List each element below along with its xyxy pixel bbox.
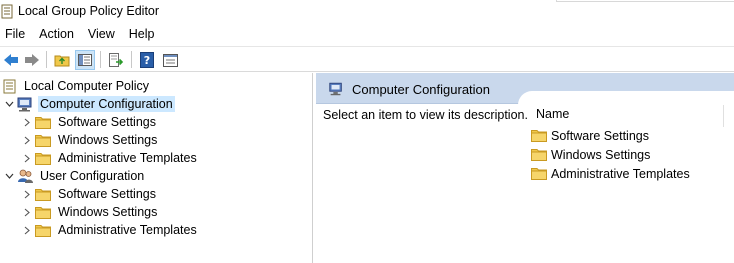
- folder-icon: [34, 114, 52, 130]
- computer-icon: [16, 96, 34, 112]
- show-hide-tree-icon[interactable]: [75, 50, 95, 70]
- chevron-right-icon[interactable]: [20, 221, 34, 239]
- column-header-label: Name: [536, 107, 570, 121]
- window-title: Local Group Policy Editor: [18, 4, 160, 18]
- toolbar-separator: [100, 51, 101, 68]
- policy-app-icon: [1, 4, 13, 19]
- tree-item-user-windows-settings[interactable]: Windows Settings: [20, 203, 159, 221]
- folder-icon: [34, 150, 52, 166]
- chevron-right-icon[interactable]: [20, 149, 34, 167]
- toolbar-separator: [46, 51, 47, 68]
- tree-label: Windows Settings: [58, 133, 158, 147]
- column-header-name[interactable]: Name: [531, 105, 724, 127]
- header-curve: [518, 91, 734, 105]
- folder-icon: [34, 204, 52, 220]
- chevron-right-icon[interactable]: [20, 113, 34, 131]
- menu-action[interactable]: Action: [32, 24, 81, 44]
- tree-item-computer-software-settings[interactable]: Software Settings: [20, 113, 158, 131]
- up-folder-icon[interactable]: [52, 50, 72, 70]
- folder-icon: [34, 186, 52, 202]
- tree-item-computer-configuration[interactable]: Computer Configuration: [2, 95, 175, 113]
- menu-bar: File Action View Help: [0, 24, 734, 44]
- list-item[interactable]: Software Settings: [531, 126, 649, 145]
- tree-label: Software Settings: [58, 115, 156, 129]
- tree-label: Windows Settings: [58, 205, 158, 219]
- tree-label: Software Settings: [58, 187, 156, 201]
- chevron-right-icon[interactable]: [20, 203, 34, 221]
- computer-icon: [328, 82, 344, 99]
- list-item[interactable]: Windows Settings: [531, 145, 650, 164]
- menu-help[interactable]: Help: [122, 24, 162, 44]
- folder-icon: [34, 222, 52, 238]
- tree-label: User Configuration: [40, 169, 145, 183]
- details-pane: Computer Configuration Select an item to…: [316, 73, 734, 263]
- policy-document-icon: [0, 78, 18, 94]
- description-text: Select an item to view its description.: [323, 108, 528, 122]
- details-title: Computer Configuration: [352, 82, 491, 97]
- tree-item-computer-administrative-templates[interactable]: Administrative Templates: [20, 149, 199, 167]
- tree-item-local-computer-policy[interactable]: Local Computer Policy: [0, 77, 151, 95]
- folder-icon: [531, 167, 547, 181]
- toolbar: ?: [0, 46, 734, 72]
- export-list-icon[interactable]: [106, 50, 126, 70]
- help-icon[interactable]: ?: [137, 50, 157, 70]
- folder-icon: [531, 148, 547, 162]
- folder-icon: [34, 132, 52, 148]
- console-tree: Local Computer Policy Computer Configura…: [0, 73, 313, 263]
- svg-text:?: ?: [144, 54, 150, 67]
- chevron-down-icon[interactable]: [2, 167, 16, 185]
- back-arrow-icon[interactable]: [1, 50, 21, 70]
- tree-item-user-configuration[interactable]: User Configuration: [2, 167, 146, 185]
- tree-item-user-administrative-templates[interactable]: Administrative Templates: [20, 221, 199, 239]
- chevron-down-icon[interactable]: [2, 95, 16, 113]
- toolbar-separator: [131, 51, 132, 68]
- folder-icon: [531, 129, 547, 143]
- list-item-label: Windows Settings: [551, 147, 651, 162]
- tree-label: Local Computer Policy: [24, 79, 150, 93]
- tree-label: Administrative Templates: [58, 151, 197, 165]
- title-bar-edge: [556, 0, 734, 2]
- tree-item-computer-windows-settings[interactable]: Windows Settings: [20, 131, 159, 149]
- tree-label: Administrative Templates: [58, 223, 197, 237]
- list-item[interactable]: Administrative Templates: [531, 164, 690, 183]
- title-bar: Local Group Policy Editor: [0, 0, 734, 24]
- menu-view[interactable]: View: [81, 24, 122, 44]
- properties-icon[interactable]: [160, 50, 180, 70]
- chevron-right-icon[interactable]: [20, 185, 34, 203]
- tree-label: Computer Configuration: [38, 96, 175, 112]
- forward-arrow-icon[interactable]: [22, 50, 42, 70]
- menu-file[interactable]: File: [0, 24, 32, 44]
- tree-item-user-software-settings[interactable]: Software Settings: [20, 185, 158, 203]
- list-item-label: Software Settings: [551, 128, 649, 143]
- list-item-label: Administrative Templates: [551, 166, 690, 181]
- users-icon: [16, 168, 34, 184]
- chevron-right-icon[interactable]: [20, 131, 34, 149]
